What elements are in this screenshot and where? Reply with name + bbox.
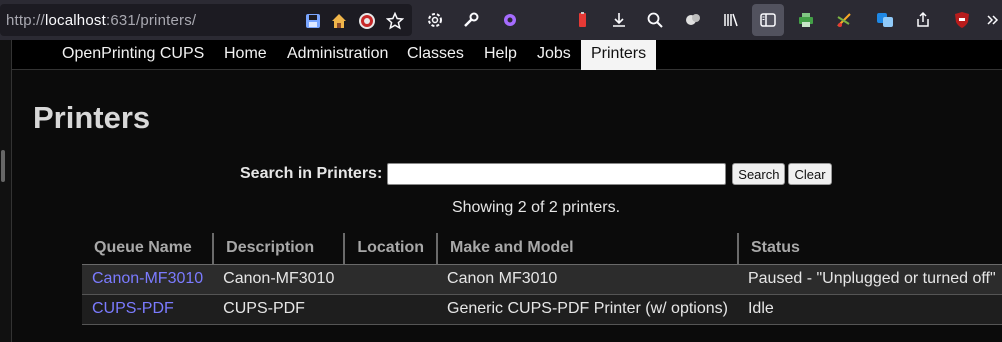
address-bar[interactable]: http://localhost:631/printers/ [0, 4, 412, 36]
ublock-icon[interactable] [950, 8, 974, 32]
scrollbar-thumb[interactable] [1, 150, 5, 182]
description-cell: CUPS-PDF [213, 294, 345, 325]
nav-item-printers[interactable]: Printers [581, 40, 657, 70]
cups-nav: OpenPrinting CUPS Home Administration Cl… [12, 40, 1002, 70]
nav-item-administration[interactable]: Administration [277, 40, 398, 70]
left-gutter [0, 40, 12, 342]
bookmark-star-icon[interactable] [385, 11, 405, 30]
wrench-icon[interactable] [459, 8, 483, 32]
overflow-chevron-icon[interactable] [984, 8, 1002, 32]
column-header-location[interactable]: Location [344, 233, 439, 265]
printer-link-canon-mf3010[interactable]: Canon-MF3010 [92, 270, 203, 287]
queue-name-cell: CUPS-PDF [82, 294, 214, 325]
tracker-icon[interactable] [358, 12, 376, 30]
nav-item-openprinting-cups[interactable]: OpenPrinting CUPS [52, 40, 214, 70]
column-header-make-and-model[interactable]: Make and Model [437, 233, 739, 265]
downloads-icon[interactable] [607, 8, 631, 32]
save-page-icon[interactable] [304, 12, 322, 30]
table-row: CUPS-PDF CUPS-PDF Generic CUPS-PDF Print… [82, 294, 1002, 325]
printers-table: Queue Name Description Location Make and… [82, 233, 1002, 325]
nav-item-classes[interactable]: Classes [397, 40, 474, 70]
extension-puzzle-icon[interactable] [498, 8, 522, 32]
column-header-queue-name[interactable]: Queue Name [82, 233, 215, 265]
nav-item-help[interactable]: Help [474, 40, 527, 70]
location-cell [344, 294, 438, 325]
clear-button[interactable]: Clear [788, 163, 832, 185]
battery-icon[interactable] [570, 8, 594, 32]
queue-name-cell: Canon-MF3010 [82, 264, 214, 295]
search-button[interactable]: Search [732, 163, 786, 185]
search-label: Search in Printers: [240, 165, 383, 182]
search-form: Search in Printers: Search Clear [240, 162, 835, 186]
url-text[interactable]: http://localhost:631/printers/ [6, 12, 196, 29]
containers-icon[interactable] [681, 8, 705, 32]
printer-link-cups-pdf[interactable]: CUPS-PDF [92, 300, 174, 317]
column-header-status[interactable]: Status [737, 233, 1002, 265]
nav-item-home[interactable]: Home [214, 40, 277, 70]
nav-item-jobs[interactable]: Jobs [527, 40, 581, 70]
scissors-icon[interactable] [832, 8, 856, 32]
translate-icon[interactable] [873, 8, 897, 32]
home-icon[interactable] [330, 12, 348, 30]
library-icon[interactable] [719, 8, 743, 32]
make-model-cell: Canon MF3010 [437, 264, 738, 295]
table-row: Canon-MF3010 Canon-MF3010 Canon MF3010 P… [82, 264, 1002, 295]
settings-gear-icon[interactable] [423, 8, 447, 32]
status-cell: Paused - "Unplugged or turned off" [737, 264, 1002, 295]
location-cell [344, 264, 438, 295]
browser-toolbar: http://localhost:631/printers/ [0, 0, 1002, 40]
column-header-description[interactable]: Description [213, 233, 346, 265]
zoom-icon[interactable] [643, 8, 667, 32]
page-title: Printers [33, 100, 151, 135]
search-input[interactable] [387, 163, 727, 185]
printer-icon[interactable] [794, 8, 818, 32]
status-cell: Idle [737, 294, 1002, 325]
share-icon[interactable] [911, 8, 935, 32]
showing-count: Showing 2 of 2 printers. [451, 199, 621, 216]
table-header-row: Queue Name Description Location Make and… [82, 233, 1002, 265]
sidebar-icon[interactable] [752, 4, 784, 36]
make-model-cell: Generic CUPS-PDF Printer (w/ options) [437, 294, 738, 325]
description-cell: Canon-MF3010 [213, 264, 345, 295]
